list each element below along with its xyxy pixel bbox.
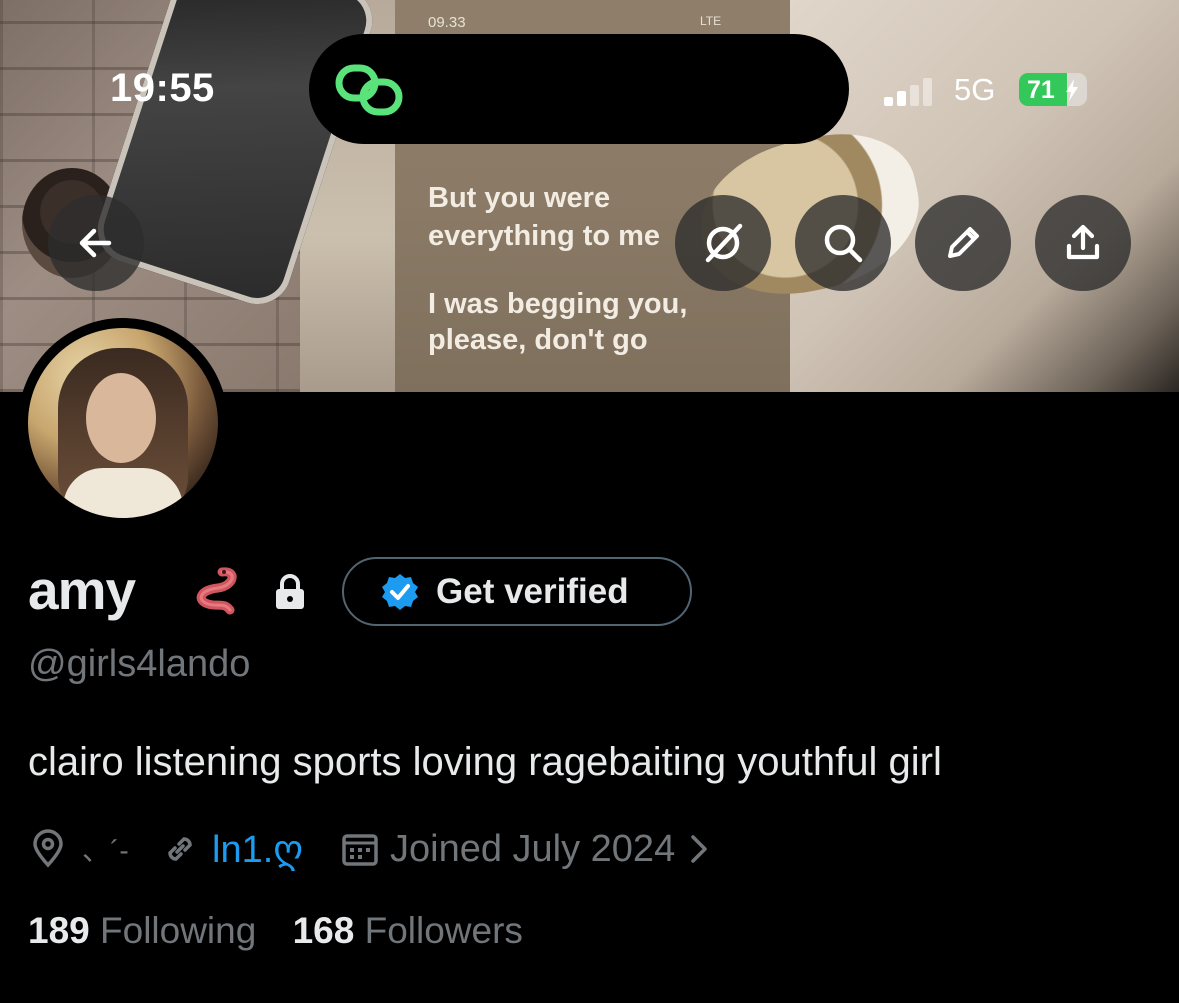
get-verified-label: Get verified bbox=[436, 571, 629, 611]
battery-percent: 71 bbox=[1027, 76, 1055, 104]
search-icon bbox=[824, 224, 863, 263]
profile-avatar[interactable] bbox=[18, 318, 228, 528]
banner-phone-network: LTE bbox=[700, 14, 722, 28]
profile-bio: clairo listening sports loving ragebaiti… bbox=[28, 740, 942, 784]
back-button[interactable] bbox=[48, 195, 144, 291]
followers-label: Followers bbox=[364, 910, 523, 951]
network-type: 5G bbox=[954, 72, 996, 107]
following-link[interactable]: 189 Following bbox=[28, 910, 256, 951]
following-label: Following bbox=[100, 910, 257, 951]
chevron-right-icon bbox=[691, 835, 707, 863]
search-button[interactable] bbox=[795, 195, 891, 291]
grok-button[interactable] bbox=[675, 195, 771, 291]
back-arrow-icon bbox=[79, 228, 112, 258]
banner-phone-time: 09.33 bbox=[428, 14, 466, 31]
avatar-photo bbox=[28, 328, 218, 518]
battery-icon: 71 bbox=[1019, 73, 1087, 106]
joined-text: Joined July 2024 bbox=[390, 827, 676, 870]
link-rings-icon bbox=[335, 64, 403, 116]
verified-badge-icon bbox=[382, 573, 418, 610]
display-name: amy bbox=[28, 559, 136, 621]
banner-lyric-line: everything to me bbox=[428, 220, 661, 252]
location-pin-icon bbox=[33, 829, 63, 868]
link-icon bbox=[168, 837, 192, 861]
status-time: 19:55 bbox=[110, 66, 215, 110]
share-button[interactable] bbox=[1035, 195, 1131, 291]
avatar-shirt bbox=[63, 468, 183, 518]
edit-button[interactable] bbox=[915, 195, 1011, 291]
followers-link[interactable]: 168 Followers bbox=[293, 910, 523, 951]
cellular-signal-icon bbox=[884, 78, 944, 106]
banner-lyric-line: But you were bbox=[428, 182, 611, 214]
profile-website-link[interactable]: ln1.ღ bbox=[160, 826, 303, 872]
banner-lyric-line: please, don't go bbox=[428, 324, 648, 356]
lock-icon bbox=[276, 574, 304, 609]
following-count: 189 bbox=[28, 910, 90, 951]
pencil-icon bbox=[948, 227, 979, 258]
charging-bolt-icon bbox=[1066, 79, 1078, 101]
worm-emoji-icon bbox=[196, 567, 237, 615]
profile-join-date[interactable]: Joined July 2024 bbox=[340, 826, 713, 872]
avatar-face bbox=[86, 373, 156, 463]
share-icon bbox=[1066, 224, 1100, 260]
profile-location: 、´- bbox=[28, 826, 129, 872]
get-verified-button[interactable]: Get verified bbox=[342, 557, 692, 626]
username-handle: @girls4lando bbox=[28, 643, 251, 685]
followers-count: 168 bbox=[292, 910, 355, 951]
location-text: 、´- bbox=[82, 835, 129, 866]
banner-lyric-line: I was begging you, bbox=[428, 288, 688, 320]
website-link-text[interactable]: ln1.ღ bbox=[212, 827, 303, 872]
grok-icon bbox=[705, 223, 743, 263]
calendar-icon bbox=[342, 834, 378, 866]
follow-counts: 189 Following 168 Followers bbox=[28, 910, 523, 952]
